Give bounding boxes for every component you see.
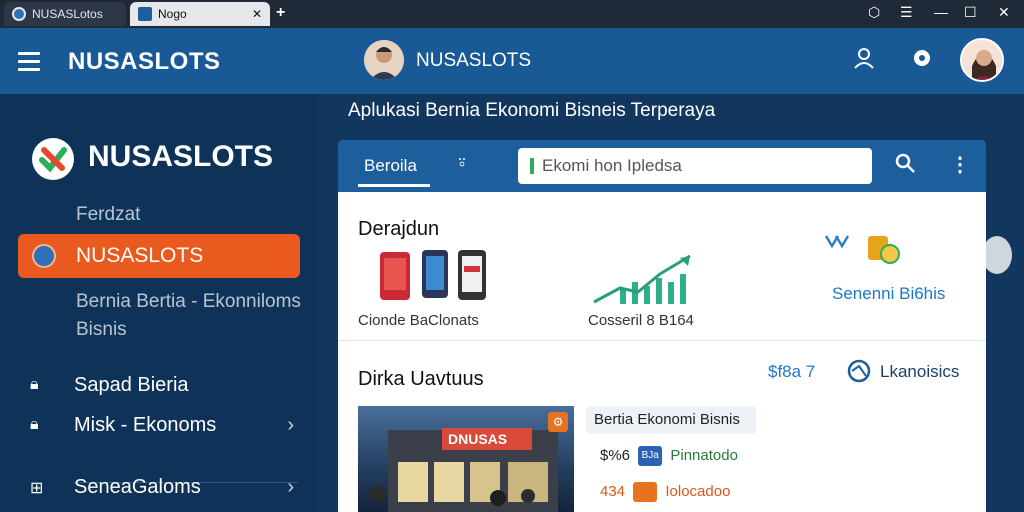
sidebar-item-label: Sapad Bieria xyxy=(74,374,189,396)
search-field[interactable] xyxy=(518,148,872,184)
news-image-sign: DNUSAS xyxy=(448,431,507,447)
news-row[interactable]: $%6 BJa Pinnatodo xyxy=(600,446,738,466)
feature-caption: Cionde BaClonats xyxy=(358,312,479,329)
news-row-value: 434 xyxy=(600,482,626,500)
close-icon[interactable]: ✕ xyxy=(998,4,1010,21)
phones-icon xyxy=(376,246,496,311)
sidebar-item-label: SeneaGaloms xyxy=(74,476,201,498)
news-row-badge: BJa xyxy=(638,446,663,466)
browser-tab-1[interactable]: NUSASLotos xyxy=(4,2,126,26)
play-icon xyxy=(32,244,56,268)
news-image[interactable]: DNUSAS ⚙ xyxy=(358,406,574,512)
lock-icon: 🔒︎ xyxy=(30,416,39,433)
sidebar-section-label: Ferdzat xyxy=(76,204,141,225)
sidebar-header: NUSASLOTS xyxy=(0,28,316,94)
news-stat: $f8a 7 xyxy=(768,362,816,381)
sidebar-item-senea[interactable]: ⊞ SeneaGaloms › xyxy=(0,470,316,510)
maximize-icon[interactable]: ☐ xyxy=(964,4,977,21)
search-brand-mark xyxy=(530,158,534,174)
scroll-handle[interactable] xyxy=(982,236,1012,274)
tab-beroila[interactable]: Beroila xyxy=(364,156,417,176)
brand-logo-icon xyxy=(32,138,74,180)
search-icon[interactable] xyxy=(894,152,916,180)
news-row-badge-icon xyxy=(633,482,658,502)
masks-icon[interactable]: ⍤ xyxy=(456,152,468,175)
minimize-icon[interactable]: — xyxy=(934,4,948,20)
news-section-title: Dirka Uavtuus xyxy=(358,368,484,390)
tab-close-icon[interactable]: ✕ xyxy=(252,7,262,21)
settings-icon[interactable] xyxy=(910,46,934,76)
chevron-right-icon: › xyxy=(287,476,294,498)
growth-chart-icon xyxy=(590,252,700,313)
news-side-title: Bertia Ekonomi Bisnis xyxy=(586,406,756,434)
hamburger-menu-icon[interactable] xyxy=(18,52,40,76)
menu-icon[interactable]: ☰ xyxy=(900,4,913,21)
browser-tab-2[interactable]: Nogo ✕ xyxy=(130,2,270,26)
user-icon[interactable] xyxy=(852,46,876,76)
search-input[interactable] xyxy=(542,155,862,177)
tab-favicon-icon xyxy=(138,7,152,21)
news-row-value: $%6 xyxy=(600,446,631,464)
active-tab-indicator xyxy=(358,184,430,187)
avatar[interactable] xyxy=(364,40,404,80)
browser-tab-bar: NUSASLotos Nogo ✕ + ⬡ ☰ — ☐ ✕ xyxy=(0,0,1024,28)
chevron-right-icon: › xyxy=(287,414,294,436)
grid-icon: ⊞ xyxy=(30,480,44,497)
more-options-icon[interactable]: ⋮ xyxy=(950,152,970,177)
sidebar-item-sapad[interactable]: 🔒︎ Sapad Bieria xyxy=(0,368,316,408)
card-toolbar: Beroila ⍤ ⋮ xyxy=(338,140,986,192)
category-badge-icon: ⚙ xyxy=(548,412,568,432)
main-header-title: NUSASLOTS xyxy=(416,50,532,71)
news-row-label: Pinnatodo xyxy=(670,446,738,464)
feature-caption-text: Senenni Bi6his xyxy=(832,284,946,303)
new-tab-button[interactable]: + xyxy=(276,4,285,22)
news-row[interactable]: 434 Iolocadoo xyxy=(600,482,730,502)
tab-label: NUSASLotos xyxy=(32,7,103,21)
globe-icon xyxy=(846,358,872,389)
lock-icon: 🔒︎ xyxy=(30,376,39,393)
tab-label: Nogo xyxy=(158,7,187,21)
page-banner: Aplukasi Bernia Ekonomi Bisneis Terperay… xyxy=(348,100,716,121)
feature-caption: Senenni Bi6his xyxy=(832,284,945,304)
profile-avatar[interactable] xyxy=(960,38,1004,82)
coins-icon xyxy=(824,228,914,277)
extensions-icon[interactable]: ⬡ xyxy=(868,4,880,21)
news-row-label: Iolocadoo xyxy=(665,482,731,500)
sidebar-item-misk[interactable]: 🔒︎ Misk - Ekonoms › xyxy=(0,408,316,448)
sidebar: NUSASLOTS NUSASLOTS Ferdzat NUSASLOTS Be… xyxy=(0,28,316,512)
brand-logo-text: NUSASLOTS xyxy=(88,140,274,173)
sidebar-item-active[interactable]: NUSASLOTS xyxy=(18,234,300,278)
main-header: NUSASLOTS xyxy=(316,28,1024,94)
tab-favicon-icon xyxy=(12,7,26,21)
sidebar-item-label: Misk - Ekonoms xyxy=(74,414,217,436)
news-stat-label: Lkanoisics xyxy=(880,362,960,381)
featured-section-title: Derajdun xyxy=(358,218,440,240)
content-card: Beroila ⍤ ⋮ Derajdun Cionde BaClonats xyxy=(338,140,986,512)
sidebar-description: Bernia Bertia - Ekonniloms Bisnis xyxy=(76,291,301,340)
sidebar-item-label: NUSASLOTS xyxy=(76,244,204,267)
sidebar-brand: NUSASLOTS xyxy=(68,48,221,75)
feature-caption: Cosseril 8 B164 xyxy=(588,312,694,329)
section-divider xyxy=(338,340,986,341)
